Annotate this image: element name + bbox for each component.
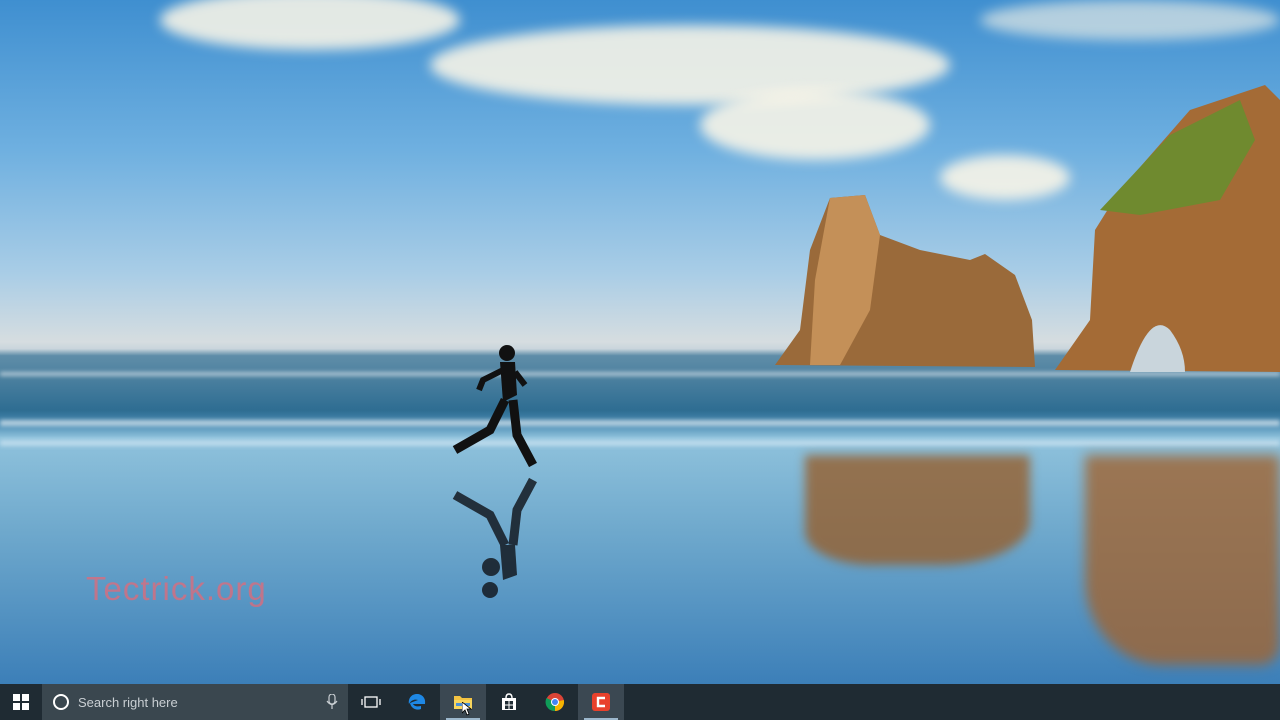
rock-formation: [775, 195, 1035, 367]
cloud: [160, 0, 460, 50]
taskbar-app-file-explorer[interactable]: [440, 684, 486, 720]
cloud: [700, 90, 930, 160]
windows-logo-icon: [13, 694, 29, 710]
cloud: [430, 25, 950, 105]
mouse-cursor-icon: [462, 702, 472, 716]
task-view-button[interactable]: [348, 684, 394, 720]
camtasia-icon: [592, 693, 610, 711]
taskbar-app-camtasia[interactable]: [578, 684, 624, 720]
search-box[interactable]: Search right here: [42, 684, 348, 720]
wave-line: [0, 440, 1280, 446]
rock-arch: [1055, 85, 1280, 372]
chrome-icon: [545, 693, 565, 712]
store-icon: [502, 693, 516, 710]
taskbar-app-chrome[interactable]: [532, 684, 578, 720]
runner-silhouette: [452, 345, 537, 468]
cloud: [980, 0, 1280, 40]
cortana-circle-icon: [53, 694, 69, 710]
rock-reflection: [1085, 455, 1280, 665]
search-placeholder: Search right here: [78, 694, 178, 710]
runner-reflection: [452, 477, 537, 598]
taskbar-app-store[interactable]: [486, 684, 532, 720]
taskbar: Search right here: [0, 684, 1280, 720]
rock-reflection: [805, 455, 1030, 565]
taskbar-app-edge[interactable]: [394, 684, 440, 720]
start-button[interactable]: [0, 684, 42, 720]
edge-icon: [408, 694, 426, 710]
task-view-icon: [361, 696, 381, 708]
desktop-wallpaper: Tectrick.org: [0, 0, 1280, 684]
watermark-text: Tectrick.org: [86, 570, 267, 607]
wave-line: [0, 420, 1280, 426]
microphone-icon[interactable]: [326, 694, 338, 710]
